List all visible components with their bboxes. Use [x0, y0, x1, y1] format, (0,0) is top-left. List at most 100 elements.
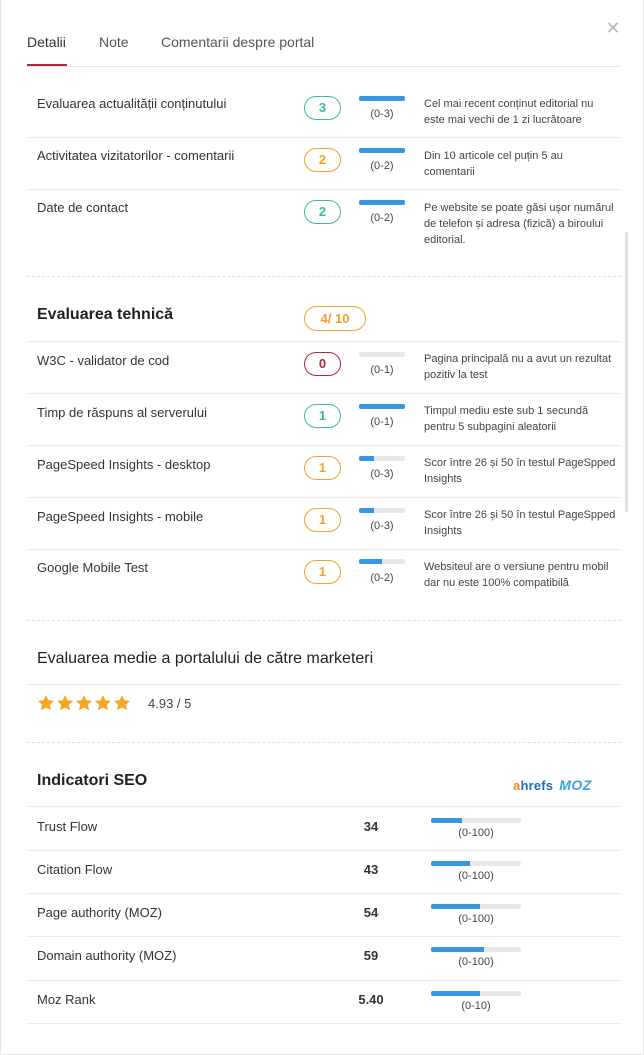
progress-bar [359, 404, 405, 409]
progress-bar [359, 200, 405, 205]
seo-metric-label: Trust Flow [37, 819, 98, 834]
criterion-label: Google Mobile Test [37, 560, 149, 575]
criterion-description: Din 10 articole cel puțin 5 au comentari… [424, 150, 563, 178]
seo-metric-value: 34 [363, 819, 379, 834]
range-label: (0-2) [370, 572, 394, 584]
list-item: Evaluarea actualității conținutului 3 (0… [27, 86, 621, 138]
score-badge: 3 [304, 96, 341, 120]
star-icon [113, 695, 131, 711]
progress-bar [431, 861, 521, 866]
seo-metric-value: 59 [363, 948, 379, 963]
criterion-description: Timpul mediu este sub 1 secundă pentru 5… [424, 405, 589, 433]
star-icon [56, 695, 74, 711]
table-row: Trust Flow 34 (0-100) [27, 807, 621, 851]
progress-fill [359, 508, 375, 513]
progress-fill [359, 559, 382, 564]
score-badge: 1 [304, 456, 341, 480]
progress-fill [431, 904, 480, 909]
progress-bar [359, 508, 405, 513]
criterion-description: Pe website se poate găsi ușor numărul de… [424, 202, 614, 246]
list-item: Date de contact 2 (0-2) Pe website se po… [27, 190, 621, 250]
criterion-label: W3C - validator de cod [37, 353, 170, 368]
range-label: (0-3) [370, 108, 394, 120]
progress-bar [359, 456, 405, 461]
range-label: (0-3) [370, 468, 394, 480]
list-item: W3C - validator de cod 0 (0-1) Pagina pr… [27, 342, 621, 394]
range-label: (0-100) [458, 827, 494, 839]
score-badge: 2 [304, 200, 341, 224]
seo-metric-label: Citation Flow [37, 862, 113, 877]
rating-value: 4.93 / 5 [148, 696, 192, 711]
seo-metric-value: 54 [363, 905, 379, 920]
range-label: (0-1) [370, 364, 394, 376]
seo-metric-value: 43 [363, 862, 379, 877]
criterion-description: Pagina principală nu a avut un rezultat … [424, 353, 612, 381]
criterion-label: Activitatea vizitatorilor - comentarii [37, 148, 235, 163]
seo-metric-label: Moz Rank [37, 992, 96, 1007]
progress-fill [359, 404, 405, 409]
section-divider [27, 742, 621, 743]
divider [27, 684, 621, 685]
table-row: Domain authority (MOZ) 59 (0-100) [27, 937, 621, 981]
seo-metric-label: Domain authority (MOZ) [37, 948, 177, 963]
criterion-description: Websiteul are o versiune pentru mobil da… [424, 561, 609, 589]
progress-fill [359, 456, 375, 461]
moz-logo: MOZ [559, 777, 592, 793]
criterion-label: Date de contact [37, 200, 129, 215]
table-row: Citation Flow 43 (0-100) [27, 851, 621, 894]
progress-bar [431, 947, 521, 952]
tab-note[interactable]: Note [99, 34, 129, 50]
criterion-label: PageSpeed Insights - mobile [37, 509, 204, 524]
list-item: Google Mobile Test 1 (0-2) Websiteul are… [27, 550, 621, 604]
section-divider [27, 276, 621, 277]
star-icon [75, 695, 93, 711]
section-title-seo: Indicatori SEO [37, 772, 148, 789]
criterion-description: Scor între 26 și 50 în testul PageSpped … [424, 509, 616, 537]
progress-bar [359, 352, 405, 357]
list-item: PageSpeed Insights - mobile 1 (0-3) Scor… [27, 498, 621, 550]
tab-comentarii[interactable]: Comentarii despre portal [161, 34, 314, 50]
progress-fill [431, 818, 462, 823]
progress-fill [359, 200, 405, 205]
progress-fill [431, 861, 470, 866]
section-divider [27, 620, 621, 621]
list-item: Timp de răspuns al serverului 1 (0-1) Ti… [27, 394, 621, 446]
table-row: Page authority (MOZ) 54 (0-100) [27, 894, 621, 937]
progress-bar [431, 818, 521, 823]
range-label: (0-1) [370, 416, 394, 428]
progress-fill [359, 96, 405, 101]
tab-detalii[interactable]: Detalii [27, 34, 66, 50]
score-badge: 1 [304, 404, 341, 428]
range-label: (0-100) [458, 870, 494, 882]
star-rating [37, 694, 131, 712]
criterion-label: PageSpeed Insights - desktop [37, 457, 211, 472]
progress-bar [431, 991, 521, 996]
score-badge: 1 [304, 560, 341, 584]
ahrefs-logo: ahrefs [513, 777, 554, 793]
criterion-label: Evaluarea actualității conținutului [37, 96, 227, 111]
scrollbar[interactable] [625, 232, 628, 512]
list-item: Activitatea vizitatorilor - comentarii 2… [27, 138, 621, 190]
seo-provider-logos: ahrefs MOZ [513, 777, 592, 793]
range-label: (0-2) [370, 160, 394, 172]
section-title-marketers: Evaluarea medie a portalului de către ma… [37, 650, 374, 667]
seo-metric-label: Page authority (MOZ) [37, 905, 162, 920]
range-label: (0-2) [370, 212, 394, 224]
progress-fill [431, 947, 485, 952]
score-badge: 1 [304, 508, 341, 532]
range-label: (0-100) [458, 956, 494, 968]
range-label: (0-10) [461, 1000, 491, 1012]
progress-bar [359, 559, 405, 564]
list-item: PageSpeed Insights - desktop 1 (0-3) Sco… [27, 446, 621, 498]
progress-fill [359, 148, 405, 153]
table-row: Moz Rank 5.40 (0-10) [27, 981, 621, 1024]
score-badge: 0 [304, 352, 341, 376]
progress-bar [359, 148, 405, 153]
tab-bar: Detalii Note Comentarii despre portal [27, 0, 621, 67]
technical-score-badge: 4/ 10 [304, 306, 366, 331]
progress-bar [431, 904, 521, 909]
section-title-technical: Evaluarea tehnică [37, 306, 174, 323]
active-tab-indicator [27, 64, 67, 66]
star-icon [37, 695, 55, 711]
star-icon [94, 695, 112, 711]
